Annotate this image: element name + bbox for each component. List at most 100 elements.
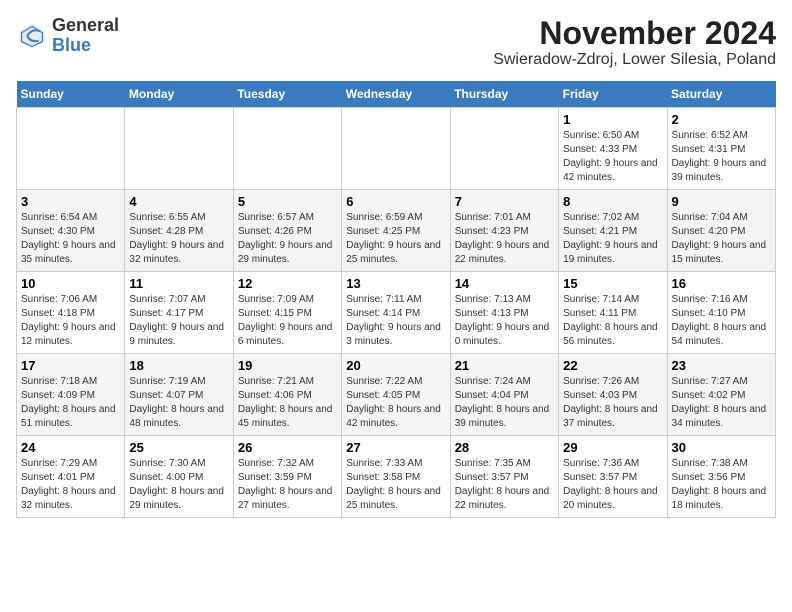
calendar-week-4: 17 Sunrise: 7:18 AM Sunset: 4:09 PM Dayli… <box>17 354 776 436</box>
calendar-cell <box>450 108 558 190</box>
calendar-cell: 17 Sunrise: 7:18 AM Sunset: 4:09 PM Dayli… <box>17 354 125 436</box>
day-detail: Sunrise: 7:30 AM Sunset: 4:00 PM Dayligh… <box>129 457 228 513</box>
col-header-saturday: Saturday <box>667 81 775 108</box>
day-number: 13 <box>346 276 445 291</box>
day-detail: Sunrise: 7:29 AM Sunset: 4:01 PM Dayligh… <box>21 457 120 513</box>
day-number: 10 <box>21 276 120 291</box>
calendar-cell: 18Sunrise: 7:19 AM Sunset: 4:07 PM Dayli… <box>125 354 233 436</box>
header-row: SundayMondayTuesdayWednesdayThursdayFrid… <box>17 81 776 108</box>
calendar-cell: 30 Sunrise: 7:38 AM Sunset: 3:56 PM Dayli… <box>667 436 775 518</box>
calendar-cell: 19 Sunrise: 7:21 AM Sunset: 4:06 PM Dayli… <box>233 354 341 436</box>
day-detail: Sunrise: 7:27 AM Sunset: 4:02 PM Dayligh… <box>672 375 771 431</box>
calendar-cell: 1 Sunrise: 6:50 AM Sunset: 4:33 PM Daylig… <box>559 108 667 190</box>
calendar-cell: 8 Sunrise: 7:02 AM Sunset: 4:21 PM Daylig… <box>559 190 667 272</box>
day-detail: Sunrise: 7:22 AM Sunset: 4:05 PM Dayligh… <box>346 375 445 431</box>
calendar-cell: 7Sunrise: 7:01 AM Sunset: 4:23 PM Daylig… <box>450 190 558 272</box>
day-number: 27 <box>346 440 445 455</box>
page-header: General Blue November 2024 Swieradow-Zdr… <box>16 16 776 69</box>
day-detail: Sunrise: 7:02 AM Sunset: 4:21 PM Dayligh… <box>563 211 662 267</box>
day-number: 16 <box>672 276 771 291</box>
day-number: 23 <box>672 358 771 373</box>
day-detail: Sunrise: 7:18 AM Sunset: 4:09 PM Dayligh… <box>21 375 120 431</box>
day-detail: Sunrise: 6:59 AM Sunset: 4:25 PM Dayligh… <box>346 211 445 267</box>
day-number: 17 <box>21 358 120 373</box>
day-number: 21 <box>455 358 554 373</box>
day-detail: Sunrise: 6:55 AM Sunset: 4:28 PM Dayligh… <box>129 211 228 267</box>
calendar-week-1: 1 Sunrise: 6:50 AM Sunset: 4:33 PM Daylig… <box>17 108 776 190</box>
day-detail: Sunrise: 7:19 AM Sunset: 4:07 PM Dayligh… <box>129 375 228 431</box>
day-detail: Sunrise: 7:26 AM Sunset: 4:03 PM Dayligh… <box>563 375 662 431</box>
calendar-cell: 3Sunrise: 6:54 AM Sunset: 4:30 PM Daylig… <box>17 190 125 272</box>
col-header-friday: Friday <box>559 81 667 108</box>
calendar-cell: 23 Sunrise: 7:27 AM Sunset: 4:02 PM Dayli… <box>667 354 775 436</box>
day-number: 2 <box>672 112 771 127</box>
day-detail: Sunrise: 7:36 AM Sunset: 3:57 PM Dayligh… <box>563 457 662 513</box>
day-number: 14 <box>455 276 554 291</box>
calendar-title: November 2024 <box>493 16 776 51</box>
calendar-cell: 29Sunrise: 7:36 AM Sunset: 3:57 PM Dayli… <box>559 436 667 518</box>
day-detail: Sunrise: 7:07 AM Sunset: 4:17 PM Dayligh… <box>129 293 228 349</box>
logo-icon <box>16 20 48 52</box>
day-number: 30 <box>672 440 771 455</box>
day-number: 15 <box>563 276 662 291</box>
day-detail: Sunrise: 6:54 AM Sunset: 4:30 PM Dayligh… <box>21 211 120 267</box>
calendar-cell: 4 Sunrise: 6:55 AM Sunset: 4:28 PM Daylig… <box>125 190 233 272</box>
day-detail: Sunrise: 7:33 AM Sunset: 3:58 PM Dayligh… <box>346 457 445 513</box>
calendar-cell: 5 Sunrise: 6:57 AM Sunset: 4:26 PM Daylig… <box>233 190 341 272</box>
day-number: 4 <box>129 194 228 209</box>
calendar-cell: 24 Sunrise: 7:29 AM Sunset: 4:01 PM Dayli… <box>17 436 125 518</box>
day-detail: Sunrise: 6:50 AM Sunset: 4:33 PM Dayligh… <box>563 129 662 185</box>
calendar-cell: 28Sunrise: 7:35 AM Sunset: 3:57 PM Dayli… <box>450 436 558 518</box>
calendar-cell <box>17 108 125 190</box>
title-block: November 2024 Swieradow-Zdroj, Lower Sil… <box>493 16 776 69</box>
calendar-cell: 10 Sunrise: 7:06 AM Sunset: 4:18 PM Dayli… <box>17 272 125 354</box>
calendar-cell <box>125 108 233 190</box>
calendar-subtitle: Swieradow-Zdroj, Lower Silesia, Poland <box>493 51 776 69</box>
calendar-table: SundayMondayTuesdayWednesdayThursdayFrid… <box>16 81 776 518</box>
day-number: 20 <box>346 358 445 373</box>
calendar-body: 1 Sunrise: 6:50 AM Sunset: 4:33 PM Daylig… <box>17 108 776 518</box>
calendar-cell: 12 Sunrise: 7:09 AM Sunset: 4:15 PM Dayli… <box>233 272 341 354</box>
calendar-week-5: 24 Sunrise: 7:29 AM Sunset: 4:01 PM Dayli… <box>17 436 776 518</box>
day-detail: Sunrise: 7:01 AM Sunset: 4:23 PM Dayligh… <box>455 211 554 267</box>
day-number: 11 <box>129 276 228 291</box>
calendar-cell: 27 Sunrise: 7:33 AM Sunset: 3:58 PM Dayli… <box>342 436 450 518</box>
calendar-cell: 15 Sunrise: 7:14 AM Sunset: 4:11 PM Dayli… <box>559 272 667 354</box>
calendar-cell <box>342 108 450 190</box>
day-number: 12 <box>238 276 337 291</box>
day-detail: Sunrise: 6:57 AM Sunset: 4:26 PM Dayligh… <box>238 211 337 267</box>
logo-blue: Blue <box>52 36 119 56</box>
day-detail: Sunrise: 7:09 AM Sunset: 4:15 PM Dayligh… <box>238 293 337 349</box>
logo-text: General Blue <box>52 16 119 56</box>
calendar-cell: 11 Sunrise: 7:07 AM Sunset: 4:17 PM Dayli… <box>125 272 233 354</box>
day-detail: Sunrise: 7:13 AM Sunset: 4:13 PM Dayligh… <box>455 293 554 349</box>
calendar-cell: 16 Sunrise: 7:16 AM Sunset: 4:10 PM Dayli… <box>667 272 775 354</box>
day-detail: Sunrise: 7:21 AM Sunset: 4:06 PM Dayligh… <box>238 375 337 431</box>
col-header-wednesday: Wednesday <box>342 81 450 108</box>
day-number: 9 <box>672 194 771 209</box>
day-detail: Sunrise: 7:16 AM Sunset: 4:10 PM Dayligh… <box>672 293 771 349</box>
col-header-thursday: Thursday <box>450 81 558 108</box>
day-number: 25 <box>129 440 228 455</box>
day-detail: Sunrise: 7:14 AM Sunset: 4:11 PM Dayligh… <box>563 293 662 349</box>
col-header-sunday: Sunday <box>17 81 125 108</box>
col-header-tuesday: Tuesday <box>233 81 341 108</box>
day-detail: Sunrise: 7:32 AM Sunset: 3:59 PM Dayligh… <box>238 457 337 513</box>
calendar-cell: 2 Sunrise: 6:52 AM Sunset: 4:31 PM Daylig… <box>667 108 775 190</box>
day-number: 24 <box>21 440 120 455</box>
calendar-week-3: 10 Sunrise: 7:06 AM Sunset: 4:18 PM Dayli… <box>17 272 776 354</box>
col-header-monday: Monday <box>125 81 233 108</box>
day-number: 6 <box>346 194 445 209</box>
day-detail: Sunrise: 6:52 AM Sunset: 4:31 PM Dayligh… <box>672 129 771 185</box>
day-detail: Sunrise: 7:06 AM Sunset: 4:18 PM Dayligh… <box>21 293 120 349</box>
calendar-cell <box>233 108 341 190</box>
day-number: 5 <box>238 194 337 209</box>
day-detail: Sunrise: 7:38 AM Sunset: 3:56 PM Dayligh… <box>672 457 771 513</box>
calendar-cell: 26Sunrise: 7:32 AM Sunset: 3:59 PM Dayli… <box>233 436 341 518</box>
day-number: 19 <box>238 358 337 373</box>
calendar-cell: 25 Sunrise: 7:30 AM Sunset: 4:00 PM Dayli… <box>125 436 233 518</box>
day-number: 8 <box>563 194 662 209</box>
day-detail: Sunrise: 7:24 AM Sunset: 4:04 PM Dayligh… <box>455 375 554 431</box>
day-number: 28 <box>455 440 554 455</box>
day-number: 1 <box>563 112 662 127</box>
